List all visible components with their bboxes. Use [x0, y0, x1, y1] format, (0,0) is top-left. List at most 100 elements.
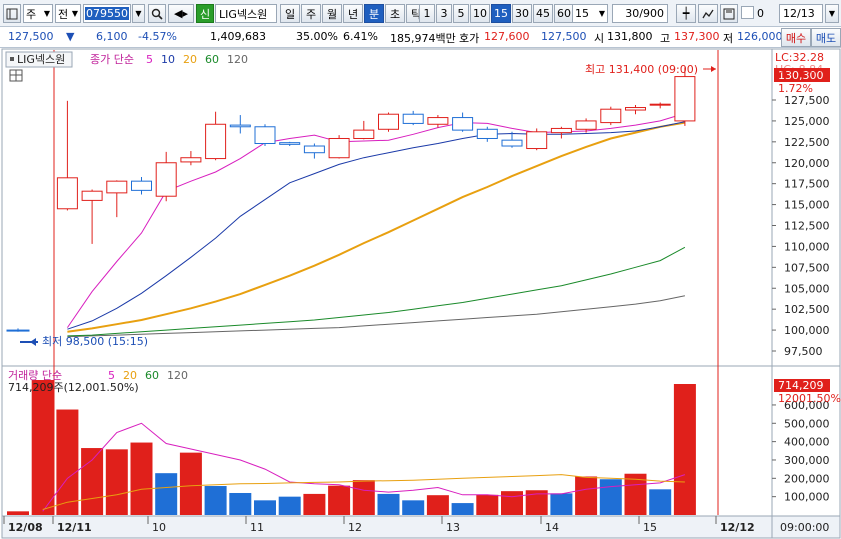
period-mode-value: 전	[58, 7, 69, 21]
ask-price: 127,600	[484, 30, 530, 43]
interval-select[interactable]: 15 ▼	[572, 4, 608, 23]
candle-body	[526, 131, 548, 150]
volume-bar	[426, 495, 449, 515]
volume-tick-label: 400,000	[784, 436, 830, 449]
trade-volume: 1,409,683	[210, 30, 266, 43]
panel-toggle-icon[interactable]	[3, 4, 21, 23]
volume-bar	[155, 473, 178, 515]
stock-code-input[interactable]: 079550	[83, 4, 131, 23]
volume-ratio: 35.00%	[296, 30, 338, 43]
candle-body	[575, 120, 597, 130]
volume-bar	[278, 496, 301, 515]
interval-button[interactable]: 60	[554, 4, 574, 23]
search-button[interactable]	[148, 4, 166, 23]
volume-bar	[476, 494, 499, 515]
candle-body	[476, 128, 498, 139]
price-change-pct: -4.57%	[138, 30, 177, 43]
sell-button[interactable]: 매도	[811, 28, 841, 47]
market-select[interactable]: 주 ▼	[23, 4, 53, 23]
main-toolbar: 주 ▼ 전 ▼ 079550 ▼ ◀▸ 신 LIG넥스원 일주월년분초틱 1 3 5 10…	[0, 0, 841, 27]
sound-button[interactable]: ◀▸	[168, 4, 194, 23]
buy-button[interactable]: 매수	[781, 28, 811, 47]
interval-button[interactable]: 30	[512, 4, 532, 23]
candle-body	[353, 129, 375, 139]
volume-bar	[673, 384, 696, 515]
price-tick-label: 112,500	[784, 220, 830, 233]
last-price-pct: 1.72%	[778, 82, 813, 95]
volume-bar	[254, 500, 276, 515]
volume-bar	[204, 486, 227, 515]
candle-body	[328, 137, 350, 159]
volume-bar	[179, 452, 202, 515]
current-price: 127,500	[8, 30, 54, 43]
volume-bar	[402, 500, 425, 515]
candle-body	[600, 108, 622, 124]
price-tick-label: 105,000	[784, 282, 830, 295]
period-tab[interactable]: 일	[280, 4, 300, 23]
date-input[interactable]: 12/13	[779, 4, 823, 23]
last-volume-pct: 12001.50%	[778, 392, 841, 405]
low-label: 저	[723, 32, 734, 45]
interval-button[interactable]: 1	[419, 4, 435, 23]
candle-body	[56, 177, 78, 210]
candle-body	[501, 139, 523, 147]
line-chart-button[interactable]	[698, 4, 718, 23]
volume-bar	[229, 492, 252, 515]
candle-body	[229, 124, 251, 128]
high-label: 고	[660, 32, 671, 45]
stock-chart[interactable]: 최고 131,400 (09:00) 최저 98,500 (15:15) 127,…	[0, 48, 841, 539]
interval-button[interactable]: 5	[453, 4, 469, 23]
period-mode-select[interactable]: 전 ▼	[55, 4, 81, 23]
candle-body	[550, 127, 572, 134]
date-value: 12/13	[783, 7, 815, 20]
period-tab[interactable]: 분	[364, 4, 384, 23]
period-tab[interactable]: 월	[322, 4, 342, 23]
ask-label: 호가	[459, 32, 480, 45]
price-tick-label: 100,000	[784, 324, 830, 337]
price-tick-label: 107,500	[784, 261, 830, 274]
save-button[interactable]	[720, 4, 738, 23]
candle-body	[155, 162, 177, 197]
interval-button[interactable]: 3	[436, 4, 452, 23]
last-volume: 714,209	[778, 379, 824, 392]
candle-body	[625, 107, 646, 111]
legend-ma-period: 20	[183, 53, 197, 66]
volume-bar	[328, 485, 351, 515]
badge-text: 신	[199, 7, 211, 21]
code-dropdown-button[interactable]: ▼	[132, 4, 145, 23]
volume-bar	[105, 449, 128, 515]
period-tab[interactable]: 년	[343, 4, 363, 23]
candle-body	[81, 190, 103, 201]
candle-body	[378, 113, 399, 130]
interval-button[interactable]: 15	[491, 4, 511, 23]
turnover-ratio: 6.41%	[343, 30, 378, 43]
price-tick-label: 125,000	[784, 115, 830, 128]
chart-area[interactable]: 최고 131,400 (09:00) 최저 98,500 (15:15) 127,…	[0, 48, 841, 539]
volume-bar	[649, 489, 672, 515]
quote-bar: 127,500 ▼ 6,100 -4.57% 1,409,683 35.00% …	[0, 27, 841, 48]
time-tick-label: 10	[152, 521, 166, 534]
candle-settings-button[interactable]: ┿	[676, 4, 696, 23]
volume-bar	[7, 511, 29, 515]
candle-body	[452, 117, 474, 131]
date-checkbox[interactable]	[741, 6, 754, 19]
period-tab[interactable]: 주	[301, 4, 321, 23]
price-tick-label: 122,500	[784, 136, 830, 149]
volume-bar	[451, 503, 474, 515]
checkbox-label: 0	[757, 7, 764, 20]
interval-button[interactable]: 10	[470, 4, 490, 23]
sell-label: 매도	[815, 31, 837, 45]
time-tick-label: 15	[643, 521, 657, 534]
count-input[interactable]: 30/900	[612, 4, 668, 23]
volume-bar	[352, 480, 375, 515]
search-icon	[151, 8, 163, 20]
period-tab[interactable]: 초	[385, 4, 405, 23]
price-change: 6,100	[96, 30, 128, 43]
date-picker-button[interactable]: ▼	[825, 4, 839, 23]
volume-tick-label: 100,000	[784, 491, 830, 504]
candle-body	[649, 103, 671, 106]
volume-bar	[31, 380, 54, 515]
chevron-down-icon: ▼	[43, 9, 50, 18]
candle-body	[180, 157, 202, 163]
interval-button[interactable]: 45	[533, 4, 553, 23]
